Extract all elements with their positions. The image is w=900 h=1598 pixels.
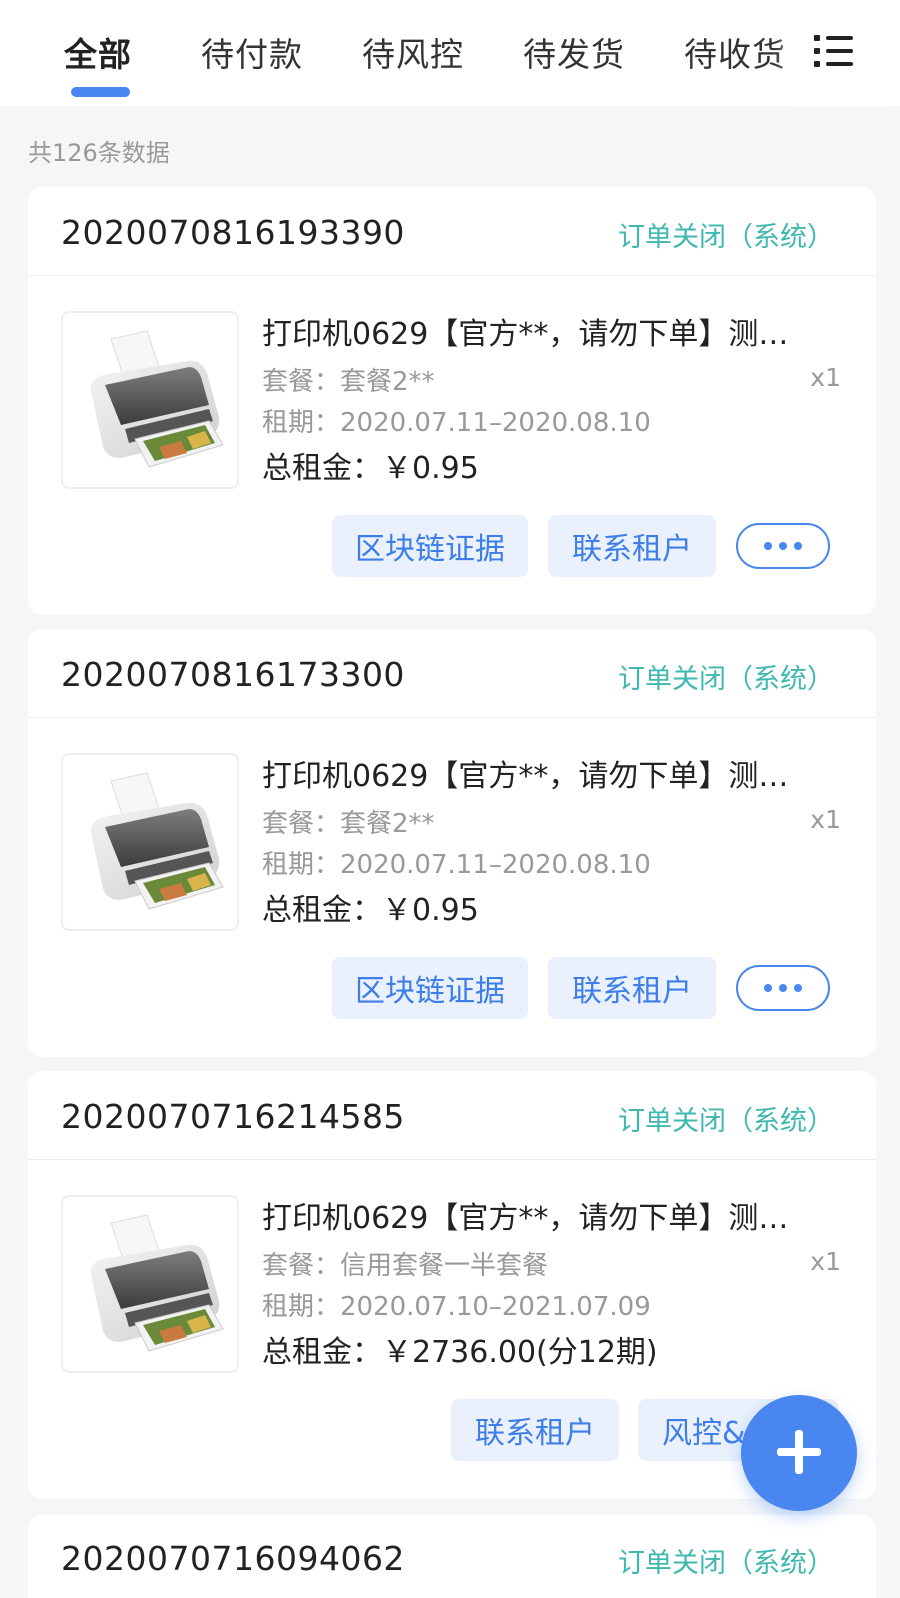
total-rent: 总租金：￥0.95	[262, 885, 479, 929]
total-rent-value: ￥0.95	[382, 451, 479, 486]
rental-period: 租期：2020.07.11–2020.08.10	[262, 850, 651, 880]
blockchain-evidence-button[interactable]: 区块链证据	[332, 515, 528, 577]
order-number: 2020070816193390	[61, 213, 405, 252]
product-image[interactable]	[61, 753, 239, 931]
more-dot-icon	[794, 984, 802, 992]
total-rent-value: ￥2736.00(分12期)	[382, 1335, 658, 1370]
result-count: 共126条数据	[28, 139, 170, 167]
quantity: x1	[810, 1247, 841, 1276]
quantity: x1	[810, 363, 841, 392]
order-number: 2020070716214585	[61, 1097, 405, 1136]
add-order-button[interactable]	[741, 1395, 857, 1511]
order-status: 订单关闭（系统）	[618, 1106, 834, 1137]
more-options-button[interactable]	[736, 523, 830, 569]
quantity: x1	[810, 805, 841, 834]
product-title: 打印机0629【官方**，请勿下单】测试商品	[262, 759, 802, 794]
more-dot-icon	[764, 542, 772, 550]
order-card[interactable]: 2020070816173300 订单关闭（系统） 打印机0629【官方**，请…	[28, 629, 876, 1057]
tab-pending-risk-control[interactable]: 待风控	[362, 28, 464, 76]
more-dot-icon	[764, 984, 772, 992]
rental-period: 租期：2020.07.10–2021.07.09	[262, 1292, 651, 1322]
order-card[interactable]: 2020070816193390 订单关闭（系统） 打印机0629【官方**，请…	[28, 187, 876, 615]
order-number: 2020070716094062	[61, 1539, 405, 1578]
plus-icon	[795, 1430, 803, 1474]
order-tab-bar: 全部 待付款 待风控 待发货 待收货	[0, 0, 900, 106]
divider	[28, 1159, 876, 1160]
order-number: 2020070816173300	[61, 655, 405, 694]
product-image[interactable]	[61, 311, 239, 489]
more-dot-icon	[779, 984, 787, 992]
product-image[interactable]	[61, 1195, 239, 1373]
order-status: 订单关闭（系统）	[618, 222, 834, 253]
order-status: 订单关闭（系统）	[618, 1548, 834, 1579]
contact-tenant-button[interactable]: 联系租户	[548, 957, 716, 1019]
package-info: 套餐：信用套餐一半套餐	[262, 1251, 549, 1281]
list-menu-icon[interactable]	[796, 0, 900, 100]
tab-pending-payment[interactable]: 待付款	[201, 28, 303, 76]
tab-pending-receipt[interactable]: 待收货	[684, 28, 786, 76]
total-rent-label: 总租金：	[262, 1335, 382, 1370]
product-title: 打印机0629【官方**，请勿下单】测试商品	[262, 1201, 802, 1236]
total-rent-label: 总租金：	[262, 893, 382, 928]
total-rent: 总租金：￥2736.00(分12期)	[262, 1327, 658, 1371]
product-title: 打印机0629【官方**，请勿下单】测试商品	[262, 317, 802, 352]
contact-tenant-button[interactable]: 联系租户	[451, 1399, 619, 1461]
divider	[28, 275, 876, 276]
more-dot-icon	[779, 542, 787, 550]
rental-period: 租期：2020.07.11–2020.08.10	[262, 408, 651, 438]
order-card[interactable]: 2020070716094062 订单关闭（系统）	[28, 1515, 876, 1598]
total-rent: 总租金：￥0.95	[262, 443, 479, 487]
package-info: 套餐：套餐2**	[262, 809, 435, 839]
tab-all[interactable]: 全部	[64, 28, 132, 76]
contact-tenant-button[interactable]: 联系租户	[548, 515, 716, 577]
more-options-button[interactable]	[736, 965, 830, 1011]
more-dot-icon	[794, 542, 802, 550]
divider	[28, 717, 876, 718]
order-status: 订单关闭（系统）	[618, 664, 834, 695]
total-rent-value: ￥0.95	[382, 893, 479, 928]
total-rent-label: 总租金：	[262, 451, 382, 486]
tab-pending-shipment[interactable]: 待发货	[523, 28, 625, 76]
package-info: 套餐：套餐2**	[262, 367, 435, 397]
blockchain-evidence-button[interactable]: 区块链证据	[332, 957, 528, 1019]
active-tab-indicator	[71, 87, 130, 97]
